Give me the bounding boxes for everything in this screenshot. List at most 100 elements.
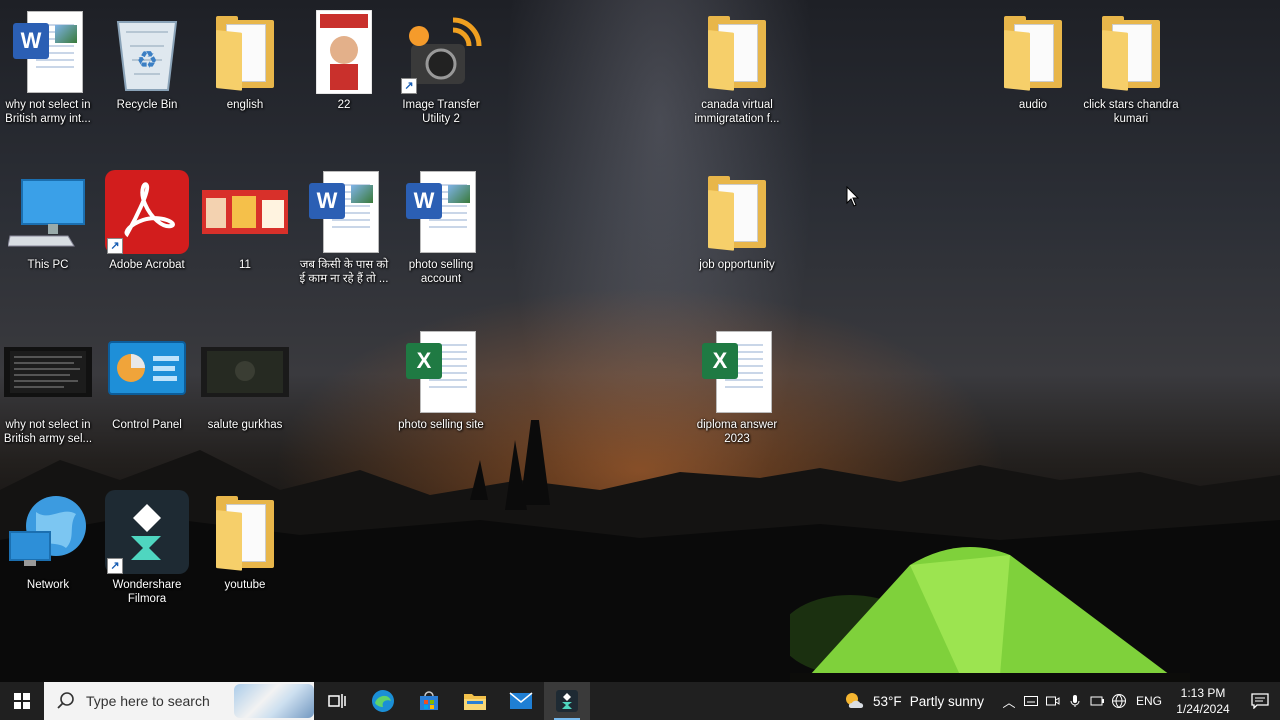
- desktop-icon-label: This PC: [27, 259, 69, 271]
- taskbar-edge-button[interactable]: [360, 682, 406, 720]
- image-thumbnail-icon: [202, 190, 288, 234]
- desktop-icon-label: Wondershare Filmora: [112, 579, 182, 605]
- desktop-icon-label: Adobe Acrobat: [109, 259, 185, 271]
- desktop-icon-label: Recycle Bin: [116, 99, 178, 111]
- excel-document-icon: X: [702, 331, 772, 413]
- desktop-icon-label: Network: [26, 579, 70, 591]
- search-placeholder: Type here to search: [86, 693, 210, 709]
- input-language-indicator[interactable]: ENG: [1136, 694, 1162, 708]
- recycle-bin-icon: ♻: [116, 21, 178, 91]
- desktop-icon-label: why not select in British army int...: [5, 99, 91, 125]
- network-globe-icon: [9, 496, 86, 566]
- excel-document-icon: X: [406, 331, 476, 413]
- microsoft-store-icon: [420, 691, 438, 710]
- desktop-icon-label: youtube: [224, 579, 266, 591]
- desktop-icon-label: why not select in British army sel...: [3, 419, 93, 445]
- video-thumbnail-icon: [201, 347, 289, 397]
- tray-app-button[interactable]: [1020, 682, 1042, 720]
- microphone-icon: [1070, 695, 1080, 707]
- desktop-icon-label: जब किसी के पास को ई काम ना रहे हैं तो ..…: [299, 259, 389, 285]
- desktop-icon-label: audio: [1018, 99, 1048, 111]
- desktop-icon-label: diploma answer 2023: [696, 419, 778, 445]
- desktop-icon-photo-selling-site[interactable]: X photo selling site: [393, 328, 489, 478]
- windows-logo-icon: [14, 693, 30, 709]
- desktop-icon-label: canada virtual immigratation f...: [694, 99, 780, 125]
- desktop-icon-youtube-folder[interactable]: youtube: [197, 488, 293, 638]
- control-panel-icon: [108, 341, 186, 395]
- desktop-icon-label: salute gurkhas: [207, 419, 283, 431]
- taskbar-filmora-button[interactable]: [544, 682, 590, 720]
- desktop-icon-canada-virtual-folder[interactable]: canada virtual immigratation f...: [689, 8, 785, 158]
- battery-plug-icon: [1090, 696, 1104, 706]
- system-tray: 53°F Partly sunny ︿ ENG 1:13 PM 1/24/202…: [843, 682, 1280, 720]
- desktop-icon-image-transfer-utility[interactable]: ↗ Image Transfer Utility 2: [393, 8, 489, 158]
- folder-icon: [216, 16, 274, 91]
- desktop-icon-diploma-answer-2023[interactable]: X diploma answer 2023: [689, 328, 785, 478]
- desktop-icon-22-image[interactable]: 22: [296, 8, 392, 158]
- camera-icon: [1045, 696, 1060, 706]
- desktop-icon-label: Control Panel: [112, 419, 182, 431]
- weather-condition: Partly sunny: [909, 693, 984, 709]
- taskbar-mail-button[interactable]: [498, 682, 544, 720]
- folder-icon: [1102, 16, 1160, 91]
- folder-icon: [216, 496, 274, 571]
- desktop-icon-control-panel[interactable]: Control Panel: [99, 328, 195, 478]
- task-view-button[interactable]: [314, 682, 360, 720]
- clock-date: 1/24/2024: [1176, 702, 1230, 716]
- desktop-icon-11-image[interactable]: 11: [197, 168, 293, 318]
- globe-network-icon: [1111, 694, 1126, 709]
- folder-icon: [1004, 16, 1062, 91]
- desktop-icon-label: photo selling account: [408, 259, 474, 285]
- edge-icon: [372, 690, 394, 712]
- taskbar-store-button[interactable]: [406, 682, 452, 720]
- desktop: W why not select in British army int... …: [0, 0, 1280, 682]
- desktop-icon-click-stars-folder[interactable]: click stars chandra kumari: [1083, 8, 1179, 158]
- desktop-icon-recycle-bin[interactable]: ♻ Recycle Bin: [99, 8, 195, 158]
- mail-icon: [509, 692, 533, 709]
- taskbar-search-box[interactable]: Type here to search: [44, 682, 314, 720]
- desktop-icon-label: photo selling site: [398, 419, 484, 431]
- chevron-up-icon: ︿: [1002, 694, 1016, 710]
- taskbar: Type here to search 53°F Partly sunny ︿ …: [0, 682, 1280, 720]
- show-hidden-icons-button[interactable]: ︿: [998, 682, 1020, 720]
- wallpaper-tent: [790, 547, 1190, 682]
- desktop-icon-job-opportunity-folder[interactable]: job opportunity: [689, 168, 785, 318]
- desktop-icon-network[interactable]: Network: [0, 488, 96, 638]
- desktop-icon-hindi-word-document[interactable]: W जब किसी के पास को ई काम ना रहे हैं तो …: [296, 168, 392, 318]
- search-highlight-art: [234, 684, 314, 718]
- taskbar-clock[interactable]: 1:13 PM 1/24/2024: [1172, 685, 1234, 717]
- taskbar-file-explorer-button[interactable]: [452, 682, 498, 720]
- tray-microphone-button[interactable]: [1064, 682, 1086, 720]
- task-view-icon: [328, 694, 346, 708]
- desktop-icon-adobe-acrobat[interactable]: ↗ Adobe Acrobat: [99, 168, 195, 318]
- folder-icon: [708, 176, 766, 251]
- desktop-icon-this-pc[interactable]: This PC: [0, 168, 96, 318]
- shortcut-arrow-icon: ↗: [401, 78, 417, 94]
- desktop-icon-why-not-select-video[interactable]: why not select in British army sel...: [0, 328, 96, 478]
- mouse-cursor-icon: [846, 186, 860, 207]
- tray-meet-button[interactable]: [1042, 682, 1064, 720]
- image-thumbnail-icon: [316, 10, 372, 94]
- desktop-icon-why-not-select-british-army-int[interactable]: W why not select in British army int...: [0, 8, 96, 158]
- desktop-icon-label: Image Transfer Utility 2: [402, 99, 480, 125]
- desktop-icon-label: english: [226, 99, 264, 111]
- computer-monitor-icon: [8, 179, 85, 247]
- weather-widget[interactable]: 53°F Partly sunny: [843, 690, 984, 712]
- word-document-icon: W: [13, 11, 83, 93]
- desktop-icon-photo-selling-account[interactable]: W photo selling account: [393, 168, 489, 318]
- desktop-icon-label: 11: [239, 259, 251, 271]
- desktop-icon-english-folder[interactable]: english: [197, 8, 293, 158]
- desktop-icon-wondershare-filmora[interactable]: ↗ Wondershare Filmora: [99, 488, 195, 638]
- desktop-icon-salute-gurkhas[interactable]: salute gurkhas: [197, 328, 293, 478]
- tray-battery-button[interactable]: [1086, 682, 1108, 720]
- start-button[interactable]: [0, 682, 44, 720]
- desktop-icon-audio-folder[interactable]: audio: [985, 8, 1081, 158]
- shortcut-arrow-icon: ↗: [107, 558, 123, 574]
- notification-icon: [1251, 693, 1269, 709]
- word-document-icon: W: [309, 171, 379, 253]
- desktop-icon-label: 22: [337, 99, 351, 111]
- filmora-icon: [556, 690, 578, 712]
- tray-network-button[interactable]: [1108, 682, 1130, 720]
- partly-sunny-icon: [846, 693, 864, 708]
- notification-center-button[interactable]: [1240, 682, 1280, 720]
